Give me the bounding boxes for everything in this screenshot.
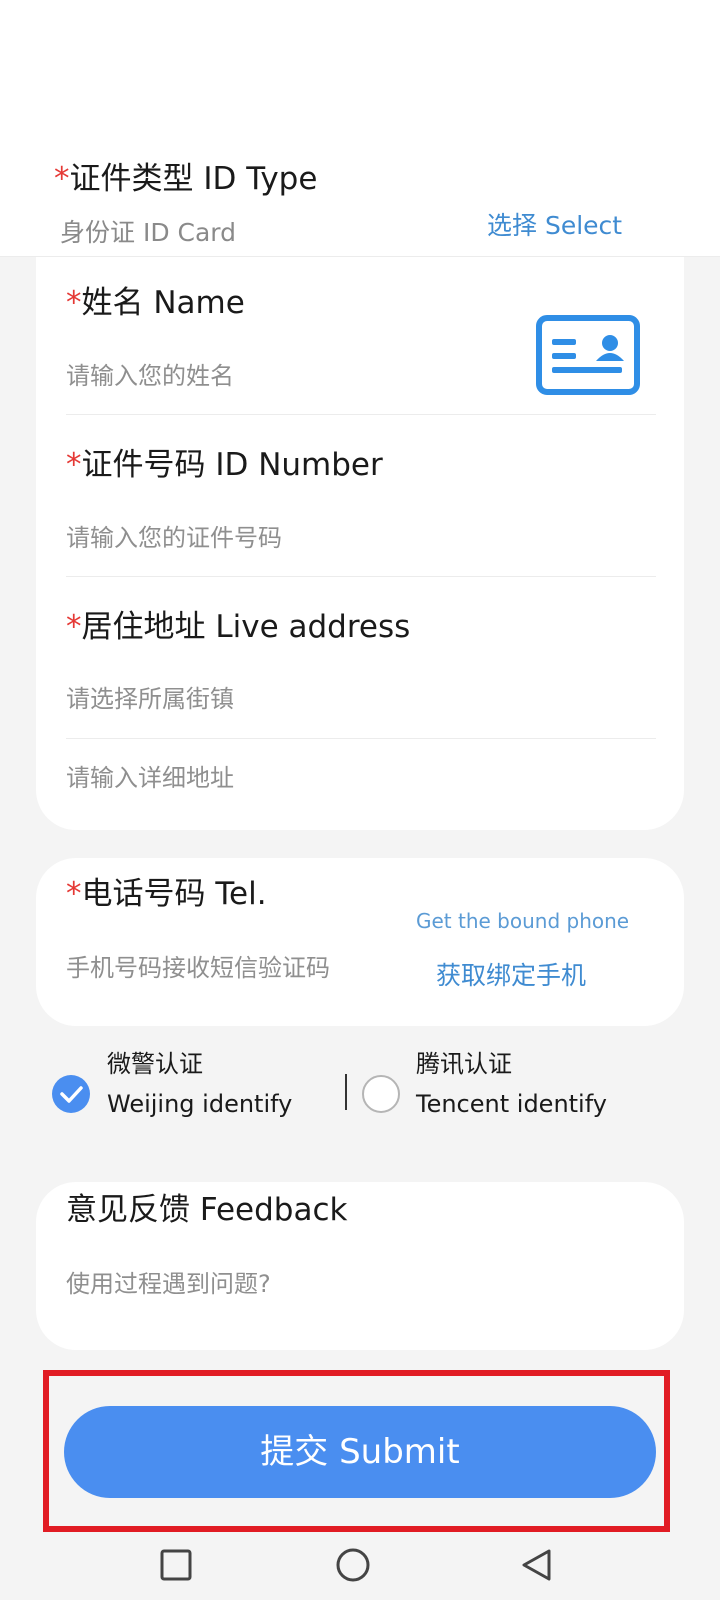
weijing-label-en[interactable]: Weijing identify <box>107 1085 292 1123</box>
divider <box>66 414 656 415</box>
required-mark: * <box>54 161 70 197</box>
divider <box>66 738 656 739</box>
street-select[interactable]: 请选择所属街镇 <box>66 683 234 715</box>
check-icon <box>60 1086 83 1103</box>
separator <box>345 1074 347 1110</box>
submit-button[interactable]: 提交 Submit <box>64 1406 656 1498</box>
required-mark: * <box>66 876 82 912</box>
status-area <box>0 0 720 143</box>
required-mark: * <box>66 447 82 483</box>
select-id-type-link[interactable]: 选择 Select <box>487 210 622 242</box>
id-card-icon[interactable] <box>536 315 640 395</box>
feedback-card-section[interactable]: 意见反馈 Feedback 使用过程遇到问题? <box>36 1182 684 1350</box>
tencent-label-zh[interactable]: 腾讯认证 <box>416 1045 512 1083</box>
id-type-row[interactable]: *证件类型 ID Type 身份证 ID Card 选择 Select <box>0 143 720 257</box>
square-nav-icon[interactable] <box>157 1546 197 1586</box>
divider <box>66 576 656 577</box>
id-type-label: *证件类型 ID Type <box>54 161 318 197</box>
id-type-value: 身份证 ID Card <box>60 218 237 247</box>
circle-nav-icon[interactable] <box>334 1546 374 1586</box>
tel-label: *电话号码 Tel. <box>66 876 267 912</box>
address-detail-input[interactable]: 请输入详细地址 <box>66 762 234 794</box>
triangle-nav-icon[interactable] <box>517 1546 557 1586</box>
tencent-label-en[interactable]: Tencent identify <box>416 1085 607 1123</box>
phone-card-section: *电话号码 Tel. 手机号码接收短信验证码 Get the bound pho… <box>36 858 684 1026</box>
verify-method-group: 微警认证 Weijing identify 腾讯认证 Tencent ident… <box>0 1050 720 1150</box>
id-number-label: *证件号码 ID Number <box>66 447 383 483</box>
weijing-radio[interactable] <box>52 1075 90 1113</box>
get-bound-phone-button[interactable]: 获取绑定手机 <box>436 960 586 992</box>
feedback-input[interactable]: 使用过程遇到问题? <box>66 1268 271 1300</box>
address-label: *居住地址 Live address <box>66 609 411 645</box>
tel-input[interactable]: 手机号码接收短信验证码 <box>66 952 330 984</box>
id-number-input[interactable]: 请输入您的证件号码 <box>66 522 282 554</box>
name-input[interactable]: 请输入您的姓名 <box>66 360 234 392</box>
tencent-radio[interactable] <box>362 1075 400 1113</box>
name-label: *姓名 Name <box>66 285 245 321</box>
system-nav-bar <box>0 1532 720 1600</box>
feedback-label: 意见反馈 Feedback <box>66 1192 348 1228</box>
weijing-label-zh[interactable]: 微警认证 <box>107 1045 203 1083</box>
required-mark: * <box>66 609 82 645</box>
identity-card-section: *证件类型 ID Type 身份证 ID Card 选择 Select *姓名 … <box>0 143 720 830</box>
get-bound-phone-en[interactable]: Get the bound phone <box>416 907 629 935</box>
required-mark: * <box>66 285 82 321</box>
